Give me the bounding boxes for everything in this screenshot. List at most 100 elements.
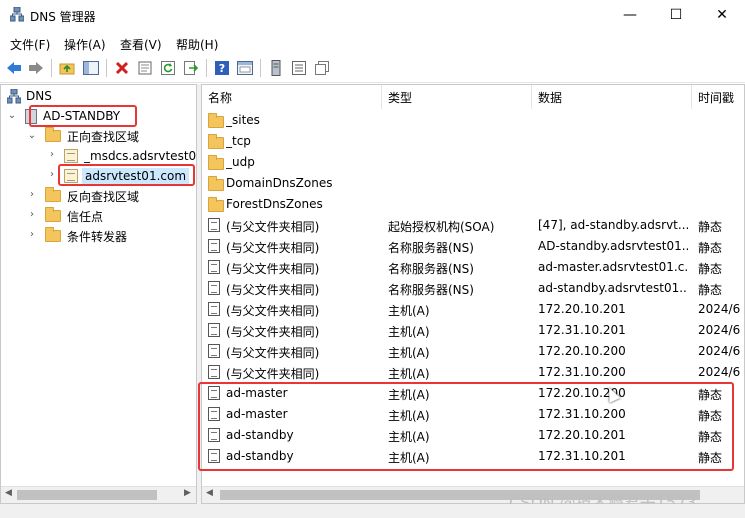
table-row[interactable]: (与父文件夹相同) 名称服务器(NS) ad-master.adsrvtest01.… <box>202 257 744 278</box>
cell-timestamp: 静态 <box>698 430 723 444</box>
tree-item-zone-msdcs[interactable]: › _msdcs.adsrvtest01 <box>47 146 196 166</box>
cell-name: (与父文件夹相同) <box>226 304 320 318</box>
table-row[interactable]: _sites <box>202 110 744 131</box>
table-row[interactable]: DomainDnsZones <box>202 173 744 194</box>
cell-timestamp: 静态 <box>698 388 723 402</box>
delete-icon[interactable] <box>113 59 131 77</box>
console-tree-icon[interactable] <box>236 59 254 77</box>
scroll-right-icon[interactable]: ▶ <box>184 488 191 498</box>
tree-label: 信任点 <box>67 209 104 224</box>
table-row[interactable]: ad-master 主机(A) 172.31.10.200 静态 <box>202 404 744 425</box>
column-header-name[interactable]: 名称 <box>202 85 382 109</box>
tree-item-dns-root[interactable]: DNS <box>7 86 52 106</box>
minimize-button[interactable]: — <box>607 0 653 30</box>
table-row[interactable]: (与父文件夹相同) 名称服务器(NS) AD-standby.adsrvtest01… <box>202 236 744 257</box>
folder-icon <box>45 207 61 222</box>
chevron-right-icon[interactable]: › <box>47 149 57 160</box>
menu-file[interactable]: 文件(F) <box>10 36 50 53</box>
table-row[interactable]: ad-master 主机(A) 172.20.10.200 静态 <box>202 383 744 404</box>
scroll-left-icon[interactable]: ◀ <box>206 488 213 498</box>
table-row[interactable]: (与父文件夹相同) 主机(A) 172.20.10.200 2024/6 <box>202 341 744 362</box>
minimize-icon: — <box>623 7 637 23</box>
up-folder-icon[interactable] <box>58 59 76 77</box>
tree-item-trust-points[interactable]: › 信任点 <box>27 206 103 226</box>
cell-timestamp: 静态 <box>698 409 723 423</box>
console-tree-pane[interactable]: DNS ⌄ AD-STANDBY ⌄ 正向查找区域 › _msdcs.adsrv… <box>0 84 197 504</box>
forward-arrow-icon[interactable] <box>27 59 45 77</box>
tree-item-server[interactable]: ⌄ AD-STANDBY <box>7 106 120 126</box>
cell-timestamp: 2024/6 <box>698 323 741 337</box>
cell-data: 172.31.10.200 <box>538 365 626 379</box>
record-icon <box>208 239 222 254</box>
table-row[interactable]: ad-standby 主机(A) 172.31.10.201 静态 <box>202 446 744 467</box>
cell-timestamp: 2024/6 <box>698 302 741 316</box>
chevron-down-icon[interactable]: ⌄ <box>7 110 17 121</box>
server-icon <box>25 108 37 124</box>
cell-type: 主机(A) <box>388 430 430 444</box>
window-title: DNS 管理器 <box>30 10 96 24</box>
cell-name: (与父文件夹相同) <box>226 241 320 255</box>
record-icon <box>208 323 222 338</box>
cell-data: [47], ad-standby.adsrvt... <box>538 218 688 232</box>
table-row[interactable]: _tcp <box>202 131 744 152</box>
cell-name: _tcp <box>226 134 251 148</box>
record-icon <box>208 386 222 401</box>
tree-item-conditional-forwarders[interactable]: › 条件转发器 <box>27 226 127 246</box>
tree-horizontal-scrollbar[interactable]: ◀ ▶ <box>1 486 196 503</box>
table-row[interactable]: (与父文件夹相同) 主机(A) 172.20.10.201 2024/6 <box>202 299 744 320</box>
table-row[interactable]: (与父文件夹相同) 主机(A) 172.31.10.201 2024/6 <box>202 320 744 341</box>
column-header-data[interactable]: 数据 <box>532 85 692 109</box>
svg-text:?: ? <box>219 62 225 75</box>
record-icon <box>208 344 222 359</box>
tree-item-zone-selected[interactable]: › adsrvtest01.com <box>47 166 190 186</box>
records-list-pane[interactable]: 名称 类型 数据 时间戳 _sites _tcp _udp DomainDnsZone… <box>201 84 745 504</box>
cell-timestamp: 2024/6 <box>698 344 741 358</box>
menu-help[interactable]: 帮助(H) <box>176 36 218 53</box>
properties-icon[interactable] <box>136 59 154 77</box>
table-row[interactable]: ad-standby 主机(A) 172.20.10.201 静态 <box>202 425 744 446</box>
cell-data: 172.20.10.201 <box>538 428 626 442</box>
table-row[interactable]: (与父文件夹相同) 主机(A) 172.31.10.200 2024/6 <box>202 362 744 383</box>
cell-name: ForestDnsZones <box>226 197 323 211</box>
back-arrow-icon[interactable] <box>5 59 23 77</box>
tree-item-reverse-zones[interactable]: › 反向查找区域 <box>27 186 139 206</box>
help-icon[interactable]: ? <box>213 59 231 77</box>
zone-list-icon[interactable] <box>290 59 308 77</box>
menu-view[interactable]: 查看(V) <box>120 36 162 53</box>
chevron-down-icon[interactable]: ⌄ <box>27 130 37 141</box>
tree-item-forward-zones[interactable]: ⌄ 正向查找区域 <box>27 126 139 146</box>
cell-data: AD-standby.adsrvtest01... <box>538 239 688 253</box>
chevron-right-icon[interactable]: › <box>27 189 37 200</box>
cell-name: ad-standby <box>226 449 294 463</box>
cell-name: ad-standby <box>226 428 294 442</box>
chevron-right-icon[interactable]: › <box>27 209 37 220</box>
show-hide-tree-icon[interactable] <box>82 59 100 77</box>
table-row[interactable]: ForestDnsZones <box>202 194 744 215</box>
column-header-timestamp[interactable]: 时间戳 <box>692 85 744 109</box>
maximize-button[interactable]: ☐ <box>653 0 699 30</box>
menu-action[interactable]: 操作(A) <box>64 36 106 53</box>
table-row[interactable]: (与父文件夹相同) 起始授权机构(SOA) [47], ad-standby.ads… <box>202 215 744 236</box>
zone-icon <box>64 169 78 183</box>
folder-icon <box>45 127 61 142</box>
table-row[interactable]: _udp <box>202 152 744 173</box>
export-list-icon[interactable] <box>182 59 200 77</box>
close-button[interactable]: ✕ <box>699 0 745 30</box>
chevron-right-icon[interactable]: › <box>47 169 57 180</box>
cell-timestamp: 静态 <box>698 241 723 255</box>
dns-root-icon <box>7 88 21 103</box>
refresh-icon[interactable] <box>159 59 177 77</box>
cell-data: 172.20.10.201 <box>538 302 626 316</box>
table-row[interactable]: (与父文件夹相同) 名称服务器(NS) ad-standby.adsrvtest01… <box>202 278 744 299</box>
record-icon <box>208 260 222 275</box>
column-header-type[interactable]: 类型 <box>382 85 532 109</box>
cell-name: DomainDnsZones <box>226 176 333 190</box>
status-bar <box>0 504 745 518</box>
scrollbar-thumb[interactable] <box>17 490 157 500</box>
chevron-right-icon[interactable]: › <box>27 229 37 240</box>
copy-icon[interactable] <box>313 59 331 77</box>
cell-name: (与父文件夹相同) <box>226 283 320 297</box>
folder-icon <box>208 176 224 191</box>
server-icon[interactable] <box>267 59 285 77</box>
scroll-left-icon[interactable]: ◀ <box>5 488 12 498</box>
